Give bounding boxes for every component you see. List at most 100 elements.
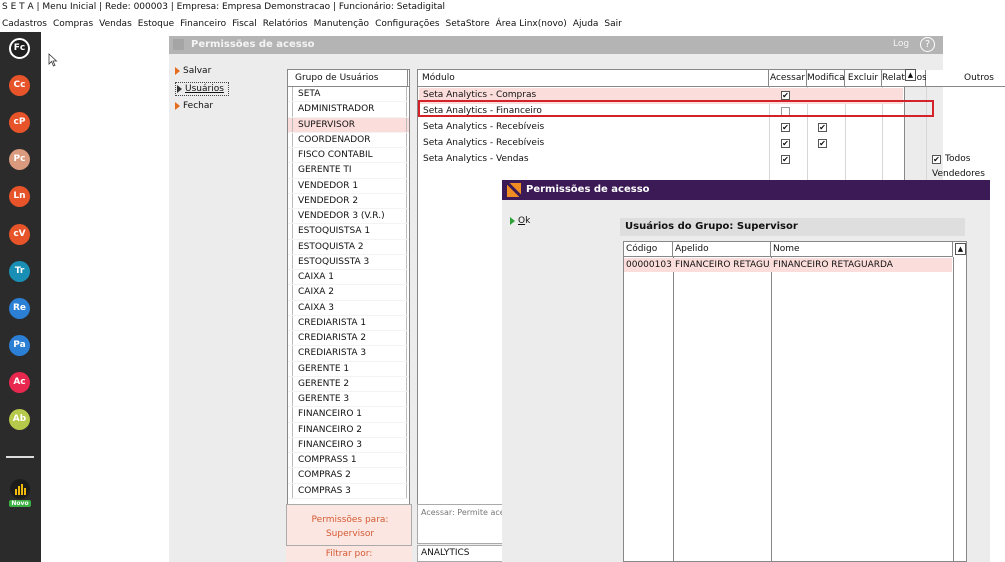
acessar-checkbox[interactable]: ✔ bbox=[781, 139, 790, 148]
group-row[interactable]: ESTOQUISSTA 3 bbox=[288, 254, 409, 270]
group-row[interactable]: COORDENADOR bbox=[288, 132, 409, 148]
window-header: Permissões de acesso Log ? bbox=[169, 36, 943, 54]
col-header-acessar[interactable]: Acessar bbox=[769, 70, 807, 87]
close-button[interactable]: Fechar bbox=[175, 100, 213, 112]
module-row[interactable]: Seta Analytics - Recebíveis ✔ ✔ bbox=[419, 136, 903, 152]
filter-input[interactable]: ANALYTICS bbox=[417, 545, 507, 562]
menu-item[interactable]: Fiscal bbox=[232, 16, 257, 32]
log-link[interactable]: Log bbox=[893, 39, 909, 49]
col-header-outros[interactable]: Outros bbox=[926, 70, 1005, 87]
menu-item[interactable]: Ajuda bbox=[573, 16, 599, 32]
group-row[interactable]: ESTOQUISTA 2 bbox=[288, 239, 409, 255]
group-row[interactable]: CAIXA 3 bbox=[288, 300, 409, 316]
module-row[interactable]: Seta Analytics - Recebíveis ✔ ✔ bbox=[419, 120, 903, 136]
acessar-checkbox[interactable]: ✔ bbox=[781, 155, 790, 164]
app-shortcut-re-icon[interactable]: Re bbox=[9, 297, 30, 319]
app-shortcut-ln-icon[interactable]: Ln bbox=[9, 186, 30, 208]
app-shortcut-tr-icon[interactable]: Tr bbox=[9, 260, 30, 282]
group-row[interactable]: GERENTE TI bbox=[288, 163, 409, 179]
group-users-dialog: Permissões de acesso Ok Usuários do Grup… bbox=[502, 180, 990, 562]
users-table: Código Apelido Nome ▲ 00000103 FINANCEIRO… bbox=[623, 241, 967, 562]
play-arrow-icon bbox=[175, 66, 180, 75]
col-header-codigo[interactable]: Código bbox=[624, 242, 673, 257]
modificar-checkbox[interactable]: ✔ bbox=[818, 139, 827, 148]
group-row[interactable]: ESTOQUISTSA 1 bbox=[288, 224, 409, 240]
novo-app-button[interactable]: Novo bbox=[7, 479, 34, 509]
app-shortcut-pc-icon[interactable]: Pc bbox=[9, 149, 30, 171]
app-logo-icon bbox=[507, 183, 521, 197]
ok-button[interactable]: Ok bbox=[510, 216, 530, 226]
group-row[interactable]: FINANCEIRO 1 bbox=[288, 407, 409, 423]
menu-item[interactable]: Sair bbox=[604, 16, 621, 32]
col-header-nome[interactable]: Nome bbox=[771, 242, 953, 257]
group-row[interactable]: GERENTE 1 bbox=[288, 361, 409, 377]
app-shortcut-ac-icon[interactable]: Ac bbox=[9, 371, 30, 393]
dialog-title: Permissões de acesso bbox=[526, 184, 650, 195]
group-row[interactable]: FINANCEIRO 3 bbox=[288, 437, 409, 453]
group-row[interactable]: FISCO CONTABIL bbox=[288, 148, 409, 164]
dialog-subtitle: Usuários do Grupo: Supervisor bbox=[620, 218, 965, 236]
acessar-checkbox[interactable]: ✔ bbox=[781, 123, 790, 132]
menu-item[interactable]: Vendas bbox=[99, 16, 132, 32]
group-row[interactable]: ADMINISTRADOR bbox=[288, 102, 409, 118]
mouse-cursor-icon bbox=[48, 53, 58, 67]
menu-item[interactable]: Cadastros bbox=[2, 16, 47, 32]
permissions-for-label: Permissões para: bbox=[311, 515, 389, 525]
app-sidebar: Novo Fc Cc cP Pc Ln cV Tr Re Pa Ac Ab bbox=[0, 32, 41, 562]
grid-scroll-up-button[interactable]: ▲ bbox=[905, 69, 916, 81]
window-icon bbox=[173, 39, 184, 50]
col-header-relatorios[interactable]: Relatórios bbox=[882, 70, 927, 87]
module-name: Seta Analytics - Vendas bbox=[423, 154, 529, 164]
sidebar-separator bbox=[6, 456, 34, 458]
menu-item[interactable]: Compras bbox=[53, 16, 93, 32]
group-row[interactable]: GERENTE 3 bbox=[288, 392, 409, 408]
group-row[interactable]: SUPERVISOR bbox=[288, 117, 409, 133]
menu-item[interactable]: Estoque bbox=[138, 16, 174, 32]
menu-item[interactable]: Manutenção bbox=[314, 16, 369, 32]
group-row[interactable]: GERENTE 2 bbox=[288, 376, 409, 392]
group-row[interactable]: CREDIARISTA 2 bbox=[288, 331, 409, 347]
users-button[interactable]: Usuários bbox=[175, 82, 229, 96]
group-row[interactable]: COMPRAS 3 bbox=[288, 483, 409, 499]
app-shortcut-ab-icon[interactable]: Ab bbox=[9, 409, 30, 430]
group-row[interactable]: COMPRASS 1 bbox=[288, 453, 409, 469]
col-header-excluir[interactable]: Excluir bbox=[845, 70, 882, 87]
app-shortcut-pa-icon[interactable]: Pa bbox=[9, 334, 30, 356]
app-shortcut-cv-icon[interactable]: cV bbox=[9, 223, 30, 245]
menu-item[interactable]: Relatórios bbox=[263, 16, 308, 32]
col-header-modulo[interactable]: Módulo bbox=[418, 70, 769, 87]
menu-item[interactable]: Área Linx(novo) bbox=[496, 16, 567, 32]
group-row[interactable]: VENDEDOR 2 bbox=[288, 193, 409, 209]
help-icon[interactable]: ? bbox=[920, 37, 935, 52]
menu-item[interactable]: SetaStore bbox=[446, 16, 490, 32]
modificar-checkbox[interactable]: ✔ bbox=[818, 123, 827, 132]
menu-item[interactable]: Financeiro bbox=[180, 16, 226, 32]
group-row[interactable]: SETA bbox=[288, 87, 409, 103]
group-row[interactable]: CAIXA 2 bbox=[288, 285, 409, 301]
window-title: S E T A | Menu Inicial | Rede: 000003 | … bbox=[2, 2, 445, 12]
group-row[interactable]: VENDEDOR 1 bbox=[288, 178, 409, 194]
app-shortcut-cc-icon[interactable]: Cc bbox=[9, 75, 30, 97]
group-row[interactable]: CAIXA 1 bbox=[288, 270, 409, 286]
save-button[interactable]: Salvar bbox=[175, 65, 211, 77]
col-header-apelido[interactable]: Apelido bbox=[673, 242, 771, 257]
col-header-modificar[interactable]: Modifica bbox=[807, 70, 845, 87]
outros-option[interactable]: ✔ Todos Vendedores bbox=[932, 152, 985, 182]
dialog-header: Permissões de acesso bbox=[502, 180, 990, 200]
module-name: Seta Analytics - Recebíveis bbox=[423, 122, 545, 132]
menu-item[interactable]: Configurações bbox=[375, 16, 439, 32]
acessar-checkbox[interactable]: ✔ bbox=[781, 91, 790, 100]
play-arrow-icon bbox=[175, 101, 180, 110]
user-row[interactable]: 00000103FINANCEIRO RETAGUARDAFINANCEIRO … bbox=[624, 258, 952, 272]
module-row[interactable]: Seta Analytics - Vendas ✔ ✔ Todos Vendedore… bbox=[419, 152, 985, 179]
group-row[interactable]: VENDEDOR 3 (V.R.) bbox=[288, 209, 409, 225]
todos-vendedores-checkbox[interactable]: ✔ bbox=[932, 155, 941, 164]
user-codigo-cell: 00000103 bbox=[626, 260, 672, 270]
group-row[interactable]: COMPRAS 2 bbox=[288, 468, 409, 484]
app-shortcut-fc-icon[interactable]: Fc bbox=[9, 38, 30, 59]
group-row[interactable]: CREDIARISTA 1 bbox=[288, 315, 409, 331]
app-shortcut-cp-icon[interactable]: cP bbox=[9, 112, 30, 134]
users-scroll-up-button[interactable]: ▲ bbox=[955, 243, 966, 255]
group-row[interactable]: CREDIARISTA 3 bbox=[288, 346, 409, 362]
group-row[interactable]: FINANCEIRO 2 bbox=[288, 422, 409, 438]
